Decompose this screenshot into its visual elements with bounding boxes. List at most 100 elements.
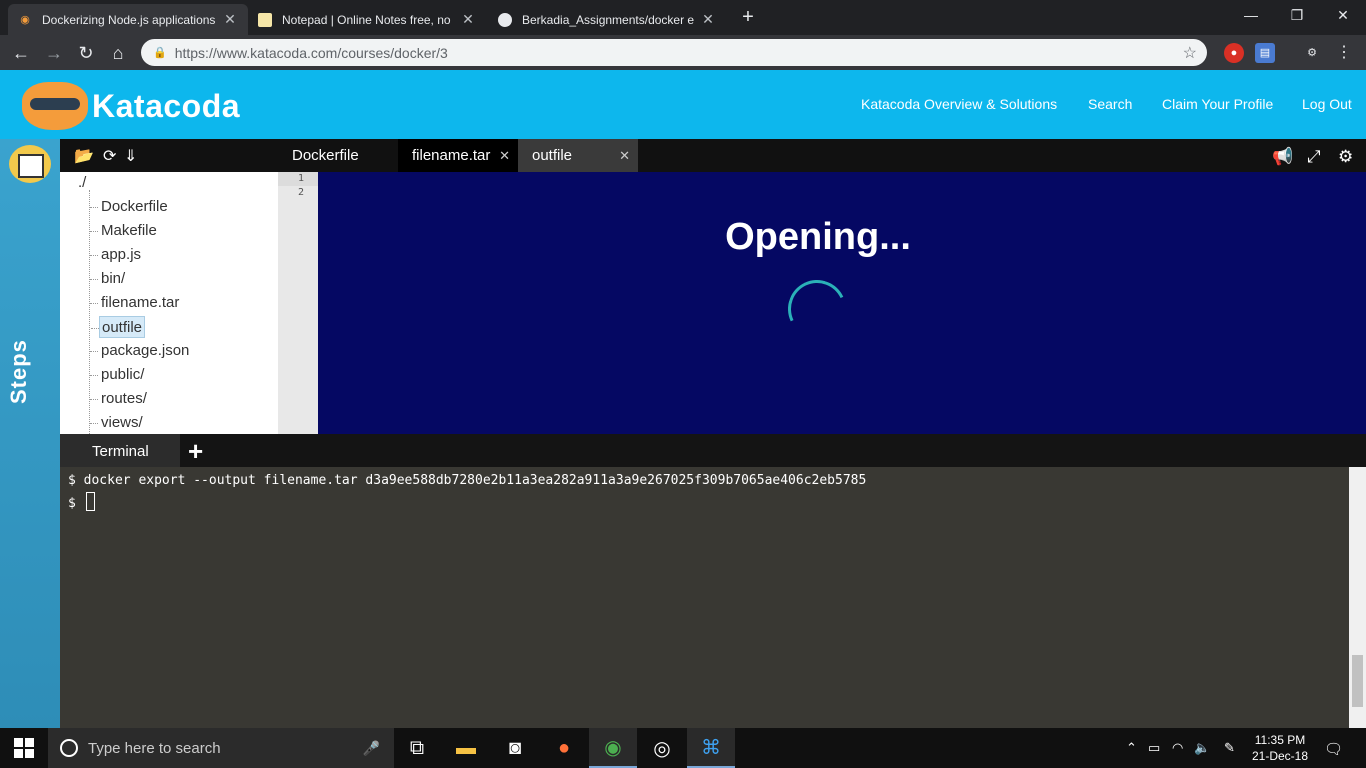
opening-status: Opening...: [725, 216, 911, 258]
file-outfile[interactable]: outfile: [90, 316, 146, 338]
lock-icon: 🔒: [153, 47, 167, 59]
windows-taskbar: Type here to search 🎤 ⧉ ▬ ◙ ● ◉ ◎ ⌘ ⌃ ▭ …: [0, 728, 1366, 768]
browser-toolbar: ← → ↻ ⌂ 🔒 https://www.katacoda.com/cours…: [0, 35, 1366, 70]
github-icon: [498, 12, 512, 27]
home-icon[interactable]: ⌂: [106, 41, 130, 65]
microphone-icon[interactable]: 🎤: [363, 740, 380, 757]
tree-root-folder[interactable]: ./: [78, 174, 86, 191]
gear-icon[interactable]: ⚙: [1338, 147, 1353, 167]
folder-routes[interactable]: routes/: [90, 388, 149, 410]
tiger-mascot-icon: [22, 82, 88, 130]
menu-kebab-icon[interactable]: ⋮: [1334, 43, 1354, 63]
browser-tab-strip: ◉ Dockerizing Node.js applications ✕ Not…: [0, 0, 1366, 35]
extension-red-icon[interactable]: ●: [1224, 43, 1244, 63]
chevron-down-icon[interactable]: ⇓: [124, 146, 137, 166]
tab-terminal[interactable]: Terminal: [60, 434, 180, 467]
folder-views[interactable]: views/: [90, 412, 145, 434]
terminal-prompt-line[interactable]: $: [68, 492, 1341, 514]
browser-tab-title: Notepad | Online Notes free, no: [282, 12, 451, 27]
notebook-icon: [9, 145, 51, 183]
back-arrow-icon[interactable]: ←: [9, 41, 33, 65]
folder-open-icon[interactable]: 📂: [74, 146, 94, 166]
close-icon[interactable]: ✕: [222, 11, 238, 28]
window-close-button[interactable]: ✕: [1320, 0, 1366, 30]
url-text[interactable]: https://www.katacoda.com/courses/docker/…: [175, 45, 1183, 61]
windows-start-icon[interactable]: [14, 738, 34, 758]
file-filename-tar[interactable]: filename.tar: [89, 292, 181, 314]
extension-blue-icon[interactable]: ▤: [1255, 43, 1275, 63]
add-terminal-button[interactable]: +: [188, 436, 203, 467]
steps-sidebar[interactable]: Steps: [0, 139, 60, 728]
file-package-json[interactable]: package.json: [89, 340, 191, 362]
terminal-output[interactable]: $ docker export --output filename.tar d3…: [60, 467, 1349, 728]
katacoda-logo[interactable]: Katacoda: [22, 82, 240, 130]
volume-icon[interactable]: 🔈: [1194, 740, 1210, 756]
camera-icon[interactable]: ◙: [491, 728, 539, 768]
file-app-js[interactable]: app.js: [89, 244, 143, 266]
tab-filename-tar[interactable]: filename.tar ✕: [398, 139, 518, 172]
fullscreen-icon[interactable]: ⤢: [1307, 147, 1321, 167]
scrollbar-thumb[interactable]: [1352, 655, 1363, 707]
browser-tab-katacoda[interactable]: ◉ Dockerizing Node.js applications ✕: [8, 4, 248, 35]
editor-preview-pane: Opening...: [318, 172, 1366, 434]
forward-arrow-icon[interactable]: →: [42, 41, 66, 65]
search-placeholder: Type here to search: [88, 739, 221, 757]
file-dockerfile[interactable]: Dockerfile: [90, 196, 170, 218]
app-circle-icon[interactable]: ◎: [638, 728, 686, 768]
vscode-icon[interactable]: ⌘: [687, 728, 735, 768]
browser-tab-github[interactable]: Berkadia_Assignments/docker ex ✕: [488, 4, 726, 35]
nav-log-out[interactable]: Log Out: [1302, 96, 1352, 112]
file-makefile[interactable]: Makefile: [90, 220, 159, 242]
browser-tab-notepad[interactable]: Notepad | Online Notes free, no ✕: [248, 4, 486, 35]
refresh-icon[interactable]: ⟳: [103, 146, 116, 166]
minimize-button[interactable]: —: [1228, 0, 1274, 30]
browser-tab-title: Dockerizing Node.js applications: [42, 12, 216, 27]
browser-tab-title: Berkadia_Assignments/docker ex: [522, 12, 694, 27]
terminal-scrollbar[interactable]: [1349, 467, 1366, 728]
pen-icon[interactable]: ✎: [1224, 740, 1235, 756]
close-icon[interactable]: ✕: [499, 139, 510, 172]
steps-label: Steps: [6, 339, 31, 404]
terminal-tab-bar: Terminal +: [60, 434, 1366, 467]
firefox-icon[interactable]: ●: [540, 728, 588, 768]
maximize-button[interactable]: ❐: [1274, 0, 1320, 30]
file-explorer-icon[interactable]: ▬: [442, 728, 490, 768]
logo-text: Katacoda: [92, 87, 241, 124]
battery-icon[interactable]: ▭: [1148, 740, 1160, 756]
bookmark-star-icon[interactable]: ☆: [1183, 43, 1197, 63]
extension-puzzle-icon[interactable]: ⚙: [1302, 43, 1322, 63]
line-number: 1: [297, 173, 304, 184]
folder-bin[interactable]: bin/: [89, 268, 127, 290]
close-icon[interactable]: ✕: [700, 11, 716, 28]
line-number: 2: [297, 187, 304, 198]
terminal-cursor: [85, 492, 95, 511]
file-tree: ./ Dockerfile Makefile app.js bin/ filen…: [60, 172, 278, 434]
tab-outfile[interactable]: outfile ✕: [518, 139, 638, 172]
reload-icon[interactable]: ↻: [74, 41, 98, 65]
notepad-icon: [258, 12, 272, 27]
clock-date: 21-Dec-18: [1251, 749, 1309, 763]
new-tab-button[interactable]: +: [737, 6, 759, 28]
tab-dockerfile[interactable]: Dockerfile: [278, 139, 398, 172]
notification-icon[interactable]: 🗨: [1324, 740, 1343, 758]
cortana-icon: [60, 739, 78, 757]
line-number-gutter: 1 2: [278, 172, 318, 434]
megaphone-icon[interactable]: 📢: [1272, 147, 1293, 167]
task-view-icon[interactable]: ⧉: [393, 728, 441, 768]
loading-spinner-icon: [779, 271, 855, 347]
close-icon[interactable]: ✕: [619, 139, 630, 172]
nav-overview-solutions[interactable]: Katacoda Overview & Solutions: [861, 96, 1057, 112]
system-clock[interactable]: 11:35 PM 21-Dec-18: [1250, 732, 1310, 764]
wifi-icon[interactable]: ◠: [1172, 740, 1183, 756]
folder-public[interactable]: public/: [89, 364, 146, 386]
nav-claim-profile[interactable]: Claim Your Profile: [1162, 96, 1273, 112]
close-icon[interactable]: ✕: [460, 11, 476, 28]
taskbar-search-box[interactable]: Type here to search 🎤: [48, 728, 394, 768]
nav-search[interactable]: Search: [1088, 96, 1132, 112]
clock-time: 11:35 PM: [1254, 733, 1306, 747]
tab-label: outfile: [532, 147, 573, 164]
address-bar[interactable]: 🔒 https://www.katacoda.com/courses/docke…: [141, 39, 1207, 66]
chrome-icon[interactable]: ◉: [589, 728, 637, 768]
chevron-up-icon[interactable]: ⌃: [1126, 740, 1137, 756]
katacoda-icon: ◉: [20, 14, 30, 26]
